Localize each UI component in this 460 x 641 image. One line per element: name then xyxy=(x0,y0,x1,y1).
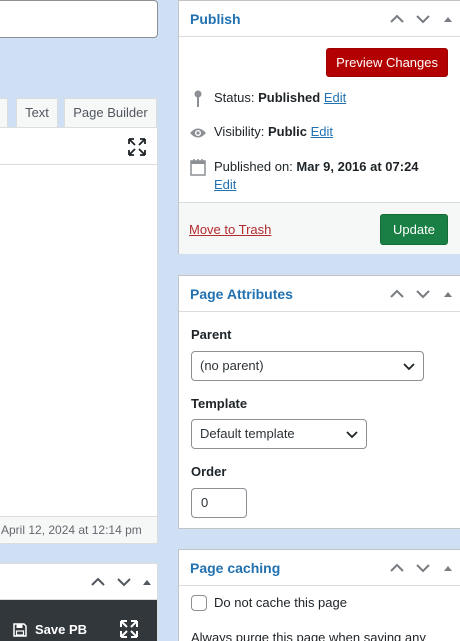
editor-area[interactable]: April 12, 2024 at 12:14 pm xyxy=(0,127,158,544)
page-attributes-title: Page Attributes xyxy=(190,286,293,302)
publish-header: Publish xyxy=(179,1,460,37)
save-icon xyxy=(13,622,27,637)
tab-page-builder[interactable]: Page Builder xyxy=(64,98,157,128)
status-label: Status: xyxy=(214,90,255,105)
move-up-button[interactable] xyxy=(85,564,111,600)
save-pb-label: Save PB xyxy=(35,622,88,637)
triangle-up-icon xyxy=(444,17,452,22)
template-select[interactable]: Default template xyxy=(191,419,367,449)
do-not-cache-checkbox[interactable] xyxy=(191,595,207,611)
preview-changes-button[interactable]: Preview Changes xyxy=(326,48,448,77)
last-edited-status: April 12, 2024 at 12:14 pm xyxy=(0,516,157,543)
calendar-icon xyxy=(188,158,208,176)
move-to-trash-link[interactable]: Move to Trash xyxy=(189,222,271,237)
page-caching-box: Page caching Do not cache this page Alwa… xyxy=(178,549,460,641)
visibility-value: Public xyxy=(267,124,307,139)
page-caching-title: Page caching xyxy=(190,560,281,576)
edit-date-link[interactable]: Edit xyxy=(214,177,236,192)
toggle-panel-button[interactable] xyxy=(137,564,157,600)
publish-actions: Move to Trash Update xyxy=(179,202,460,254)
move-up-button[interactable] xyxy=(384,1,410,37)
visibility-label: Visibility: xyxy=(214,124,265,139)
page-builder-toolbar: Save PB xyxy=(0,600,157,641)
do-not-cache-label: Do not cache this page xyxy=(214,595,347,610)
move-down-button[interactable] xyxy=(410,276,436,312)
parent-label: Parent xyxy=(191,327,232,342)
tab-text[interactable]: Text xyxy=(16,98,58,128)
template-label: Template xyxy=(191,396,248,411)
page-attributes-box: Page Attributes Parent (no parent) Templ… xyxy=(178,275,460,529)
edit-status-link[interactable]: Edit xyxy=(324,90,346,105)
chevron-down-icon xyxy=(416,564,430,573)
post-title-input[interactable] xyxy=(0,0,158,38)
status-value: Published xyxy=(258,90,321,105)
published-label: Published on: xyxy=(214,159,293,174)
parent-value: (no parent) xyxy=(200,358,264,373)
triangle-up-icon xyxy=(444,292,452,297)
parent-select[interactable]: (no parent) xyxy=(191,351,424,381)
purge-description: Always purge this page when saving any xyxy=(191,630,426,641)
editor-toolbar xyxy=(0,128,157,165)
chevron-up-icon xyxy=(91,577,105,586)
chevron-up-icon xyxy=(390,14,404,23)
chevron-down-icon xyxy=(416,290,430,299)
eye-icon xyxy=(188,124,208,142)
visibility-row: Visibility: Public Edit xyxy=(188,124,333,142)
triangle-up-icon xyxy=(444,566,452,571)
update-button[interactable]: Update xyxy=(380,214,448,245)
move-down-button[interactable] xyxy=(410,550,436,586)
chevron-down-icon xyxy=(117,578,131,587)
chevron-down-icon xyxy=(403,363,415,371)
page-attributes-header: Page Attributes xyxy=(179,276,460,312)
status-row: Status: Published Edit xyxy=(188,90,346,108)
fullscreen-icon[interactable] xyxy=(128,138,146,156)
publish-title: Publish xyxy=(190,11,241,27)
published-value: Mar 9, 2016 at 07:24 xyxy=(296,159,419,174)
tab-visual[interactable] xyxy=(0,98,8,128)
move-down-button[interactable] xyxy=(111,564,137,600)
published-on-row: Published on: Mar 9, 2016 at 07:24 Edit xyxy=(188,158,450,194)
toggle-panel-button[interactable] xyxy=(436,276,460,312)
page-builder-box: Save PB xyxy=(0,563,158,641)
save-pb-button[interactable]: Save PB xyxy=(13,622,87,637)
chevron-up-icon xyxy=(390,563,404,572)
toggle-panel-button[interactable] xyxy=(436,1,460,37)
page-builder-header xyxy=(0,564,157,600)
move-down-button[interactable] xyxy=(410,1,436,37)
edit-visibility-link[interactable]: Edit xyxy=(311,124,333,139)
chevron-down-icon xyxy=(346,431,358,439)
move-up-button[interactable] xyxy=(384,550,410,586)
chevron-up-icon xyxy=(390,289,404,298)
move-up-button[interactable] xyxy=(384,276,410,312)
order-input[interactable]: 0 xyxy=(191,488,247,518)
pin-icon xyxy=(188,90,208,108)
chevron-down-icon xyxy=(416,15,430,24)
template-value: Default template xyxy=(200,426,295,441)
toggle-panel-button[interactable] xyxy=(436,550,460,586)
publish-box: Publish Preview Changes Status: Publishe… xyxy=(178,0,460,254)
page-caching-header: Page caching xyxy=(179,550,460,586)
order-label: Order xyxy=(191,464,227,479)
triangle-up-icon xyxy=(143,580,151,585)
expand-icon[interactable] xyxy=(119,619,139,639)
